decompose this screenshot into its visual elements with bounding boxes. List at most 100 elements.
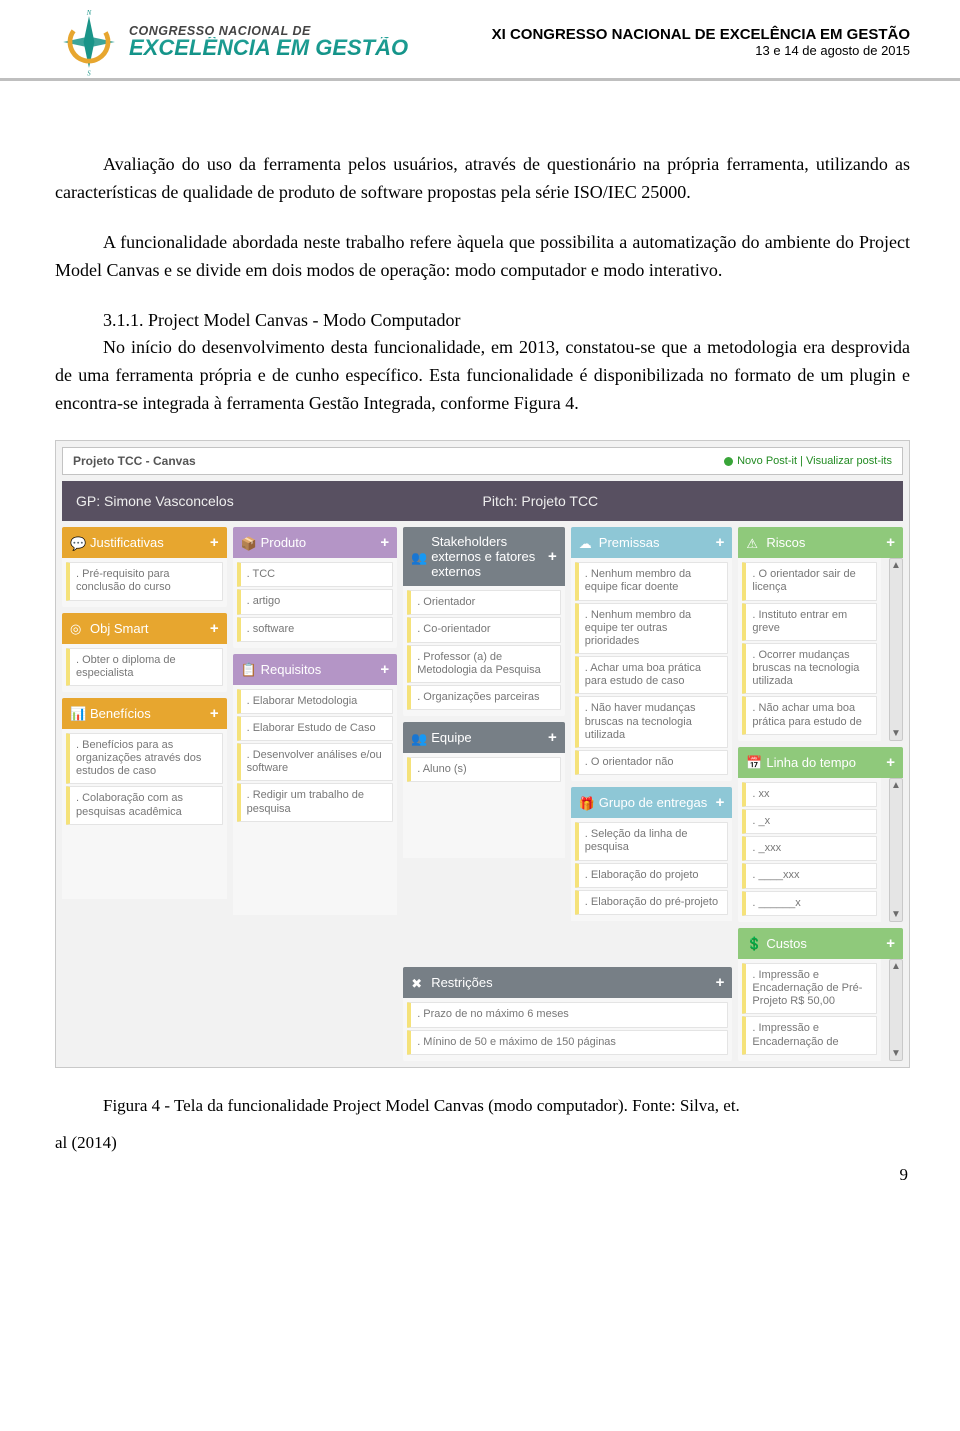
post-it-note[interactable]: . O orientador sair de licença [742,562,877,600]
post-it-note[interactable]: . Impressão e Encadernação de [742,1016,877,1054]
box-grupo-entregas[interactable]: 🎁Grupo de entregas + [571,787,733,818]
warning-icon: ⚠ [746,536,760,550]
post-it-note[interactable]: . software [237,617,394,642]
post-it-note[interactable]: . Orientador [407,590,561,615]
box-riscos[interactable]: ⚠Riscos + [738,527,903,558]
post-it-note[interactable]: . artigo [237,589,394,614]
post-it-note[interactable]: . Achar uma boa prática para estudo de c… [575,656,729,694]
post-it-note[interactable]: . ______x [742,891,877,916]
svg-text:N: N [86,10,92,17]
box-stakeholders[interactable]: 👥Stakeholders externos e fatores externo… [403,527,565,586]
chevron-up-icon[interactable]: ▲ [891,559,901,572]
plus-icon[interactable]: + [210,705,219,722]
plus-icon[interactable]: + [548,729,557,746]
figure-caption: Figura 4 - Tela da funcionalidade Projec… [55,1096,910,1116]
plus-icon[interactable]: + [886,935,895,952]
post-it-note[interactable]: . Redigir um trabalho de pesquisa [237,783,394,821]
plus-icon[interactable]: + [548,548,557,565]
post-it-note[interactable]: . _xxx [742,836,877,861]
logo-text: CONGRESSO NACIONAL DE EXCELÊNCIA EM GEST… [129,25,408,60]
canvas-toolbar-badge[interactable]: Novo Post-it | Visualizar post-its [724,455,892,467]
post-it-note[interactable]: . Ocorrer mudanças bruscas na tecnologia… [742,643,877,695]
post-it-note[interactable]: . _x [742,809,877,834]
post-it-note[interactable]: . Não achar uma boa prática para estudo … [742,696,877,734]
post-it-note[interactable]: . Colaboração com as pesquisas acadêmica [66,786,223,824]
calendar-icon: 📅 [746,755,760,769]
post-it-note[interactable]: . Desenvolver análises e/ou software [237,743,394,781]
logo-line2: EXCELÊNCIA EM GESTÃO [129,37,408,59]
team-icon: 👥 [411,731,425,745]
plus-icon[interactable]: + [210,534,219,551]
post-it-note[interactable]: . Não haver mudanças bruscas na tecnolog… [575,696,729,748]
post-it-note[interactable]: . Pré-requisito para conclusão do curso [66,562,223,600]
box-premissas[interactable]: ☁Premissas + [571,527,733,558]
post-it-note[interactable]: . xx [742,782,877,807]
box-produto[interactable]: 📦Produto + [233,527,398,558]
chat-icon: 💬 [70,536,84,550]
post-it-note[interactable]: . Co-orientador [407,617,561,642]
post-it-note[interactable]: . Elaborar Metodologia [237,689,394,714]
plus-icon[interactable]: + [886,534,895,551]
post-it-note[interactable]: . Professor (a) de Metodologia da Pesqui… [407,645,561,683]
canvas-title-text: Projeto TCC - Canvas [73,454,196,468]
scrollbar[interactable]: ▲▼ [889,558,903,741]
post-it-note[interactable]: . Benefícios para as organizações atravé… [66,733,223,785]
post-it-note[interactable]: . Aluno (s) [407,757,561,782]
post-it-note[interactable]: . Organizações parceiras [407,685,561,710]
list-icon: 📋 [241,662,255,676]
box-obj-smart[interactable]: ◎Obj Smart + [62,613,227,644]
pitch-label: Pitch: Projeto TCC [483,493,890,509]
plus-icon[interactable]: + [716,534,725,551]
post-it-note[interactable]: . Prazo de no máximo 6 meses [407,1002,728,1027]
box-requisitos[interactable]: 📋Requisitos + [233,654,398,685]
chevron-down-icon[interactable]: ▼ [891,727,901,740]
post-it-note[interactable]: . TCC [237,562,394,587]
chevron-up-icon[interactable]: ▲ [891,779,901,792]
target-icon: ◎ [70,621,84,635]
plus-icon[interactable]: + [716,794,725,811]
box-custos[interactable]: 💲Custos + [738,928,903,959]
compass-icon: N S [55,8,123,76]
post-it-note[interactable]: . Seleção da linha de pesquisa [575,822,729,860]
chevron-down-icon[interactable]: ▼ [891,908,901,921]
people-icon: 👥 [411,550,425,564]
paragraph-3: No início do desenvolvimento desta funci… [55,334,910,418]
post-it-note[interactable]: . Obter o diploma de especialista [66,648,223,686]
post-it-note[interactable]: . O orientador não [575,750,729,775]
gp-label: GP: Simone Vasconcelos [76,493,483,509]
plus-icon[interactable]: + [380,534,389,551]
conference-date: 13 e 14 de agosto de 2015 [492,43,910,58]
post-it-note[interactable]: . Impressão e Encadernação de Pré-Projet… [742,963,877,1015]
plus-icon[interactable]: + [886,754,895,771]
post-it-note[interactable]: . Nenhum membro da equipe ter outras pri… [575,603,729,655]
plus-icon[interactable]: + [380,661,389,678]
gift-icon: 🎁 [579,796,593,810]
paragraph-1: Avaliação do uso da ferramenta pelos usu… [55,151,910,207]
scrollbar[interactable]: ▲▼ [889,778,903,922]
box-equipe[interactable]: 👥Equipe + [403,722,565,753]
plus-icon[interactable]: + [210,620,219,637]
post-it-note[interactable]: . Mínino de 50 e máximo de 150 páginas [407,1030,728,1055]
post-it-note[interactable]: . Instituto entrar em greve [742,603,877,641]
box-restricoes[interactable]: ✖Restrições + [403,967,732,998]
logo-block: N S CONGRESSO NACIONAL DE EXCELÊNCIA EM … [55,8,408,76]
post-it-note[interactable]: . ____xxx [742,863,877,888]
scrollbar[interactable]: ▲▼ [889,959,903,1061]
figure-4-screenshot: Projeto TCC - Canvas Novo Post-it | Visu… [55,440,910,1068]
figure-caption-source: al (2014) [55,1133,910,1153]
svg-text:S: S [87,70,91,76]
post-it-note[interactable]: . Nenhum membro da equipe ficar doente [575,562,729,600]
conference-title: XI CONGRESSO NACIONAL DE EXCELÊNCIA EM G… [492,26,910,43]
post-it-note[interactable]: . Elaborar Estudo de Caso [237,716,394,741]
page-header: N S CONGRESSO NACIONAL DE EXCELÊNCIA EM … [0,0,960,81]
chevron-up-icon[interactable]: ▲ [891,960,901,973]
box-justificativas[interactable]: 💬Justificativas + [62,527,227,558]
post-it-note[interactable]: . Elaboração do projeto [575,863,729,888]
post-it-note[interactable]: . Elaboração do pré-projeto [575,890,729,915]
chevron-down-icon[interactable]: ▼ [891,1047,901,1060]
header-right: XI CONGRESSO NACIONAL DE EXCELÊNCIA EM G… [492,26,910,58]
plus-icon[interactable]: + [716,974,725,991]
box-beneficios[interactable]: 📊Benefícios + [62,698,227,729]
canvas-meta-bar: GP: Simone Vasconcelos Pitch: Projeto TC… [62,481,903,521]
box-linha-tempo[interactable]: 📅Linha do tempo + [738,747,903,778]
